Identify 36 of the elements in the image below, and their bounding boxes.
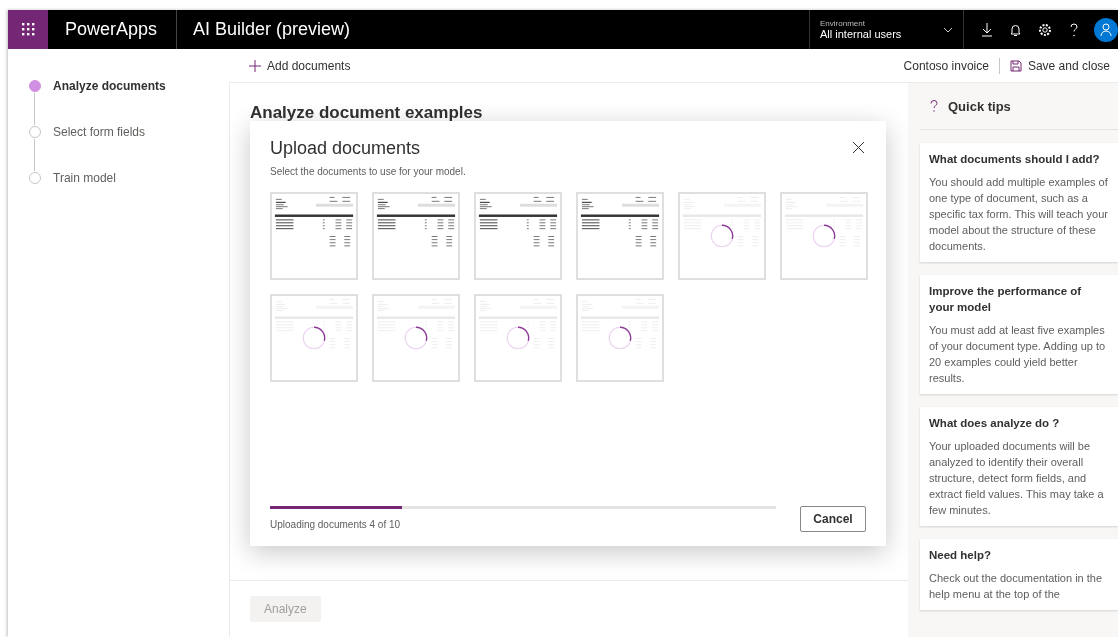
tip-title: What does analyze do ? [929,416,1061,431]
tip-text: You should add multiple examples of one type of document, such as a specific tax form. This will teach your model about the structure of these documents. [929,175,1109,254]
bell-icon [1009,22,1022,37]
save-and-close-button[interactable]: Save and close [1001,58,1118,73]
help-icon [1067,22,1080,37]
tip-text: Check out the documentation in the help menu at the top of the [929,571,1104,602]
help-icon [930,100,938,112]
plus-icon [249,59,261,72]
panel-title: Quick tips [948,98,1011,114]
page-heading: Analyze document examples [250,103,484,123]
step-item[interactable]: Select form fields [8,125,152,139]
tip-title: Need help? [929,548,992,563]
close-icon [853,142,864,153]
cancel-button[interactable]: Cancel [800,506,866,532]
tip-title: What documents should I add? [929,152,1101,167]
save-icon [1009,59,1022,72]
app-name: PowerApps [48,10,178,49]
dialog-title: Upload documents [270,138,421,159]
upload-status: Uploading documents 4 of 10 [270,519,401,530]
tip-text: You must add at least five examples of your document type. Adding up to 20 examples could yield better results. [929,323,1107,386]
environment-picker[interactable]: Environment All internal users [809,10,964,49]
tip-title: Improve the performance of your model [929,284,1083,315]
add-documents-button[interactable]: Add documents [241,58,359,73]
tip-text: Your uploaded documents will be analyzed to identify their overall structure, detect form fields, and extract field values. This may take a few minutes. [929,439,1105,518]
settings-icon [1037,22,1052,37]
dialog-subtitle: Select the documents to use for your model. [270,166,467,177]
model-name: Contoso invoice [902,58,990,73]
download-icon [980,22,993,37]
avatar-button[interactable] [1094,17,1118,42]
app-launcher-button[interactable] [8,10,48,49]
step-item[interactable]: Train model [8,171,122,185]
chevron-down-icon [943,26,953,33]
app-title: AI Builder (preview) [192,19,352,40]
person-icon [1100,22,1112,37]
step-item[interactable]: Analyze documents [8,79,172,93]
waffle-icon [21,23,35,36]
